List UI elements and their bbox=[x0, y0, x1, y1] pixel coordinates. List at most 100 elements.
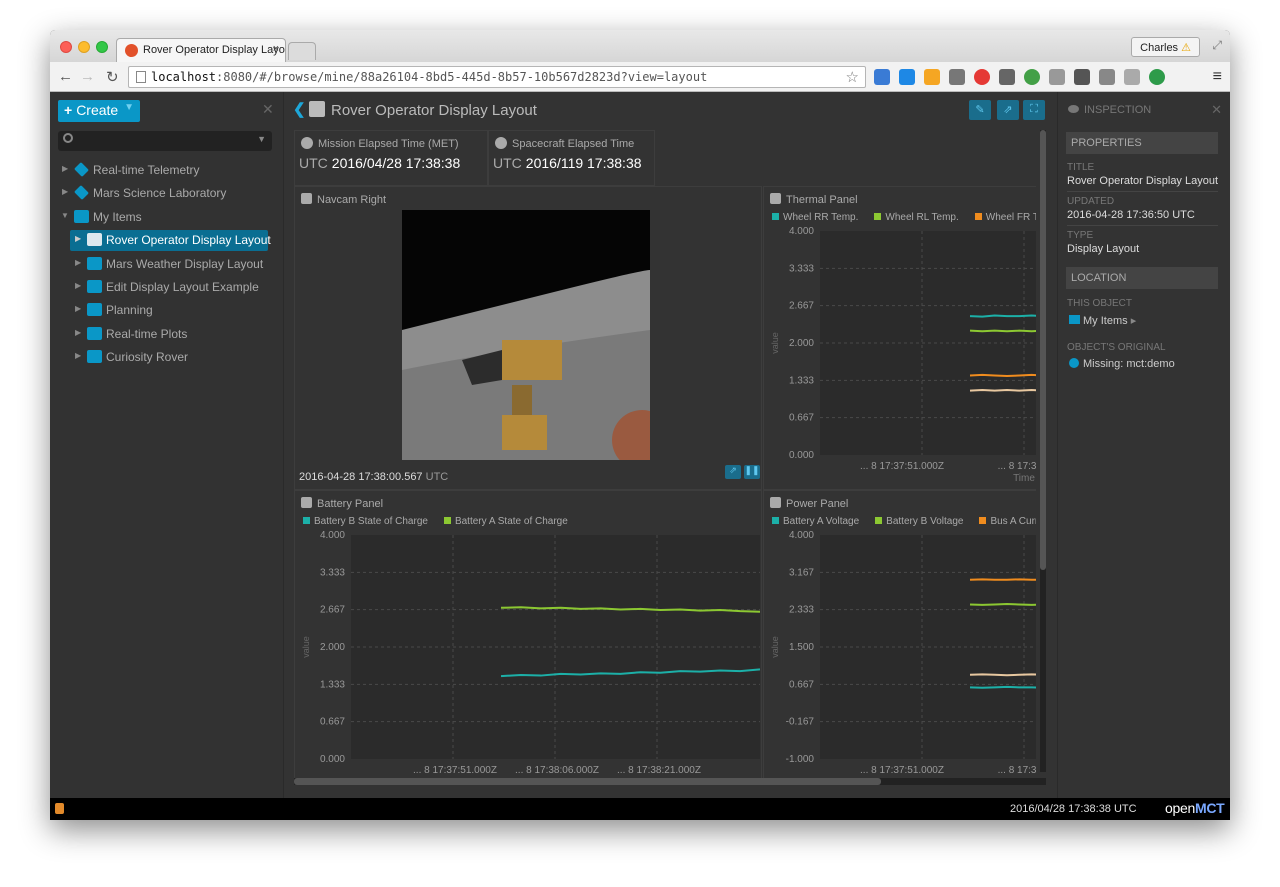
bookmark-star-icon[interactable]: ☆ bbox=[846, 68, 859, 86]
series-line bbox=[969, 685, 1036, 689]
expand-arrow-icon[interactable]: ▶ bbox=[62, 164, 68, 173]
eyedropper-extension-icon[interactable] bbox=[949, 69, 965, 85]
tree-item-mars-weather-display-layout[interactable]: ▶ Mars Weather Display Layout bbox=[50, 253, 284, 276]
y-tick-label: -1.000 bbox=[786, 754, 815, 765]
expand-arrow-icon[interactable]: ▶ bbox=[75, 281, 81, 290]
navcam-frame[interactable]: Navcam Right 2016-04-28 17:38:00.567 UTC… bbox=[294, 186, 762, 490]
brush-extension-icon[interactable] bbox=[1124, 69, 1140, 85]
browser-menu-icon[interactable]: ≡ bbox=[1213, 68, 1222, 86]
fullscreen-icon[interactable]: ⤢ bbox=[1212, 38, 1222, 53]
expand-arrow-icon[interactable]: ▶ bbox=[75, 234, 81, 243]
reload-button[interactable]: ↻ bbox=[106, 68, 119, 86]
window-minimize-button[interactable] bbox=[78, 41, 90, 53]
tree-item-edit-display-layout-example[interactable]: ▶ Edit Display Layout Example bbox=[50, 276, 284, 299]
inspector-close-icon[interactable]: ✕ bbox=[1211, 102, 1222, 118]
page-icon bbox=[136, 71, 146, 83]
scrollbar-thumb[interactable] bbox=[294, 778, 881, 785]
xml-extension-icon[interactable] bbox=[1049, 69, 1065, 85]
scrollbar-thumb[interactable] bbox=[1040, 130, 1046, 570]
sidebar-close-icon[interactable]: ✕ bbox=[262, 101, 274, 118]
profile-button[interactable]: Charles ⚠ bbox=[1131, 37, 1200, 57]
series-line bbox=[969, 389, 1036, 392]
back-button[interactable]: ← bbox=[58, 68, 73, 85]
folder-icon bbox=[1069, 315, 1080, 324]
window-close-button[interactable] bbox=[60, 41, 72, 53]
tree-item-real-time-telemetry[interactable]: ▶ Real-time Telemetry bbox=[50, 159, 284, 182]
x-tick-label: ... 8 17:38:21.000Z bbox=[617, 765, 701, 776]
thermal-plot[interactable]: 4.000 3.333 2.667 2.000 1.333 0.667 0.000 ... 8… bbox=[764, 187, 1036, 491]
battery-plot[interactable]: 4.000 3.333 2.667 2.000 1.333 0.667 0.000 ... 8… bbox=[295, 491, 763, 780]
edit-button[interactable]: ✎ bbox=[969, 100, 991, 120]
power-plot[interactable]: 4.000 3.167 2.333 1.500 0.667 -0.167 -1.000...… bbox=[764, 491, 1036, 780]
status-time: 2016/04/28 17:38:38 UTC bbox=[1010, 803, 1137, 815]
x-tick-label: ... 8 17:37:51.000Z bbox=[413, 765, 497, 776]
tab-close-icon[interactable]: × bbox=[273, 43, 279, 55]
battery-panel-frame[interactable]: Battery Panel Battery B State of Charge B… bbox=[294, 490, 762, 780]
screenshot-extension-icon[interactable] bbox=[899, 69, 915, 85]
expand-arrow-icon[interactable]: ▶ bbox=[75, 304, 81, 313]
met-clock-frame[interactable]: Mission Elapsed Time (MET) UTC 2016/04/28… bbox=[294, 130, 488, 186]
fullscreen-button[interactable]: ⛶ bbox=[1023, 100, 1045, 120]
y-tick-label: 2.667 bbox=[320, 605, 345, 616]
tree-item-planning[interactable]: ▶ Planning bbox=[50, 299, 284, 322]
tab-bar: Rover Operator Display Layout × Charles … bbox=[50, 30, 1230, 62]
y-tick-label: 3.333 bbox=[789, 263, 814, 274]
this-object-link[interactable]: My Items ▸ bbox=[1069, 314, 1136, 327]
vertical-scrollbar[interactable] bbox=[1040, 130, 1046, 772]
y-axis-label: value bbox=[301, 636, 311, 658]
back-arrow-icon[interactable]: ❮ bbox=[293, 100, 306, 118]
set-clock-title-text: Spacecraft Elapsed Time bbox=[512, 138, 635, 150]
original-label: OBJECT'S ORIGINAL bbox=[1067, 342, 1166, 353]
new-tab-button[interactable] bbox=[288, 42, 316, 60]
thermal-panel-frame[interactable]: Thermal Panel Wheel RR Temp. Wheel RL Tem… bbox=[763, 186, 1036, 490]
clock-icon bbox=[301, 137, 313, 149]
url-path: :8080/#/browse/mine/88a26104-8bd5-445d-8… bbox=[216, 70, 708, 84]
set-tz: UTC bbox=[493, 155, 522, 171]
tree-item-real-time-plots[interactable]: ▶ Real-time Plots bbox=[50, 323, 284, 346]
address-bar[interactable]: localhost:8080/#/browse/mine/88a26104-8b… bbox=[128, 66, 866, 88]
tree-item-label: Curiosity Rover bbox=[106, 350, 189, 365]
opera-extension-icon[interactable] bbox=[974, 69, 990, 85]
tree-item-curiosity-rover[interactable]: ▶ Curiosity Rover bbox=[50, 346, 284, 369]
create-button[interactable]: + Create ▼ bbox=[58, 100, 140, 122]
chevron-down-icon: ▼ bbox=[124, 102, 134, 113]
y-tick-label: 4.000 bbox=[789, 530, 814, 541]
tree-item-label: Mars Weather Display Layout bbox=[106, 256, 264, 271]
title-label: TITLE bbox=[1067, 162, 1095, 173]
image-open-button[interactable]: ⇗ bbox=[725, 465, 741, 479]
expand-arrow-icon[interactable]: ▶ bbox=[75, 258, 81, 267]
expand-arrow-icon[interactable]: ▶ bbox=[75, 328, 81, 337]
window-maximize-button[interactable] bbox=[96, 41, 108, 53]
power-panel-frame[interactable]: Power Panel Battery A Voltage Battery B V… bbox=[763, 490, 1036, 780]
bowl-extension-icon[interactable] bbox=[924, 69, 940, 85]
database-icon[interactable] bbox=[55, 803, 64, 814]
set-clock-frame[interactable]: Spacecraft Elapsed Time UTC 2016/119 17:3… bbox=[488, 130, 655, 186]
recycle-extension-icon[interactable] bbox=[999, 69, 1015, 85]
main-pane: ❮ Rover Operator Display Layout ✎ ⇗ ⛶ Mi… bbox=[285, 92, 1057, 798]
expand-arrow-icon[interactable]: ▶ bbox=[75, 351, 81, 360]
search-menu-icon[interactable]: ▼ bbox=[257, 134, 266, 144]
g-extension-icon[interactable] bbox=[1099, 69, 1115, 85]
tool-extension-icon[interactable] bbox=[1074, 69, 1090, 85]
collapse-arrow-icon[interactable]: ▼ bbox=[61, 211, 69, 220]
tree-item-mars-science-laboratory[interactable]: ▶ Mars Science Laboratory bbox=[50, 182, 284, 205]
y-tick-label: 0.667 bbox=[789, 679, 814, 690]
horizontal-scrollbar[interactable] bbox=[294, 778, 1046, 785]
image-pause-button[interactable]: ❚❚ bbox=[744, 465, 760, 479]
forward-button[interactable]: → bbox=[80, 68, 95, 85]
tree-item-rover-operator-display-layout[interactable]: ▶ Rover Operator Display Layout bbox=[50, 229, 284, 252]
evernote-extension-icon[interactable] bbox=[1024, 69, 1040, 85]
series-line bbox=[969, 329, 1036, 333]
y-tick-label: 1.333 bbox=[320, 679, 345, 690]
openmct-logo[interactable]: openMCT bbox=[1165, 800, 1225, 816]
sync-extension-icon[interactable] bbox=[1149, 69, 1165, 85]
tree-item-my-items[interactable]: ▼ My Items bbox=[50, 206, 284, 229]
search-input[interactable]: ▼ bbox=[58, 131, 272, 151]
open-new-tab-button[interactable]: ⇗ bbox=[997, 100, 1019, 120]
this-object-link-text: My Items bbox=[1083, 315, 1128, 327]
navcam-title: Navcam Right bbox=[301, 193, 386, 206]
original-link[interactable]: Missing: mct:demo bbox=[1069, 358, 1175, 370]
browser-tab[interactable]: Rover Operator Display Layout × bbox=[116, 38, 286, 62]
expand-arrow-icon[interactable]: ▶ bbox=[62, 187, 68, 196]
dropbox-extension-icon[interactable] bbox=[874, 69, 890, 85]
